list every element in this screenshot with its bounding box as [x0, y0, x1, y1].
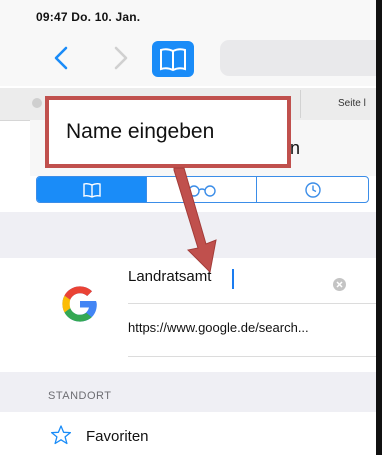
field-divider [128, 303, 382, 304]
segment-bookmarks[interactable] [37, 177, 146, 202]
back-button[interactable] [50, 44, 74, 72]
tab-label[interactable]: Seite l [338, 98, 366, 109]
clock-icon [305, 181, 321, 198]
bookmarks-button[interactable] [152, 41, 194, 77]
screen-edge [376, 0, 382, 455]
forward-button[interactable] [108, 44, 132, 72]
clear-text-icon[interactable] [333, 278, 346, 291]
annotation-callout-text: Name eingeben [66, 120, 215, 143]
field-divider [128, 356, 382, 357]
book-icon [82, 182, 101, 198]
status-time-date: 09:47 Do. 10. Jan. [36, 10, 141, 24]
segment-history[interactable] [256, 177, 368, 202]
address-bar[interactable] [220, 40, 382, 76]
panel-title-fragment: n [290, 138, 301, 158]
location-folder-row[interactable] [30, 415, 382, 455]
location-folder-label[interactable]: Favoriten [86, 428, 149, 445]
google-logo-icon [58, 282, 102, 326]
book-icon [160, 48, 186, 72]
tab-divider [300, 90, 301, 118]
annotation-arrow-icon [168, 166, 228, 276]
star-icon [50, 424, 72, 446]
text-cursor [232, 269, 234, 289]
tab-close-icon[interactable] [32, 98, 42, 108]
bookmark-url-input[interactable]: https://www.google.de/search... [128, 320, 309, 335]
forward-icon [114, 46, 128, 70]
location-section-header: STANDORT [48, 390, 112, 402]
back-icon [54, 46, 68, 70]
